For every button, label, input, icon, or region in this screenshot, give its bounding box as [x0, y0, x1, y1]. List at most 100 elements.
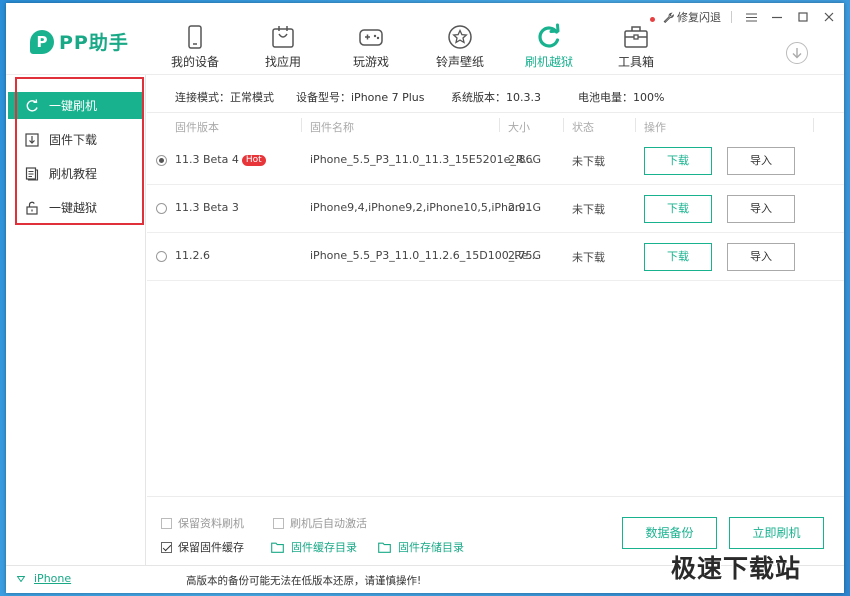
firmware-version: 11.2.6	[175, 249, 210, 262]
download-button[interactable]: 下载	[644, 195, 712, 223]
nav-my-device[interactable]: 我的设备	[150, 3, 240, 75]
download-status: 未下载	[572, 155, 605, 168]
watermark: 极速下载站	[671, 554, 802, 583]
download-box-icon	[24, 132, 40, 148]
warning-message: 高版本的备份可能无法在低版本还原，请谨慎操作!	[186, 575, 422, 587]
nav-play-games[interactable]: 玩游戏	[326, 3, 416, 75]
sidebar-item-firmware-download[interactable]: 固件下载	[8, 126, 144, 153]
column-header: 大小	[508, 121, 530, 134]
checkbox-box[interactable]	[161, 517, 172, 529]
folder-icon	[271, 542, 284, 553]
import-button[interactable]: 导入	[727, 147, 795, 175]
close-button[interactable]	[818, 6, 840, 28]
firmware-name: iPhone9,4,iPhone9,2,iPhone10,5,iPhon...	[310, 201, 533, 214]
storage-dir-link[interactable]: 固件存储目录	[378, 539, 464, 555]
row-radio[interactable]	[156, 251, 167, 262]
auto-activate-checkbox[interactable]: 刷机后自动激活	[273, 515, 367, 531]
checkbox-box[interactable]	[161, 541, 172, 553]
sidebar-item-one-click-jailbreak[interactable]: 一键越狱	[8, 194, 144, 221]
hot-badge: Hot	[241, 155, 266, 166]
sidebar-item-one-click-flash[interactable]: 一键刷机	[8, 92, 144, 119]
maximize-icon	[798, 12, 808, 22]
sidebar-label: 刷机教程	[49, 167, 98, 181]
checkbox-label: 保留资料刷机	[178, 517, 244, 530]
checkbox-label: 刷机后自动激活	[290, 517, 367, 530]
system-version: 系统版本：10.3.3	[451, 91, 541, 104]
firmware-size: 2.86G	[508, 153, 542, 166]
firmware-version: 11.3 Beta 3	[175, 201, 239, 214]
firmware-name: iPhone_5.5_P3_11.0_11.2.6_15D100_Re...	[310, 249, 539, 262]
menu-button[interactable]	[740, 6, 762, 28]
nav-ringtones-wallpapers[interactable]: 铃声壁纸	[415, 3, 505, 75]
download-button[interactable]: 下载	[644, 147, 712, 175]
menu-icon	[745, 13, 757, 21]
firmware-version-text: 11.3 Beta 4	[175, 153, 239, 166]
table-header: 固件版本 固件名称 大小 状态 操作	[147, 114, 844, 136]
table-row[interactable]: 11.3 Beta 4 Hot iPhone_5.5_P3_11.0_11.3_1…	[147, 137, 844, 185]
column-header: 固件名称	[310, 121, 354, 134]
nav-find-apps[interactable]: 找应用	[238, 3, 328, 75]
keep-cache-checkbox[interactable]: 保留固件缓存	[161, 539, 244, 555]
document-icon	[24, 166, 40, 182]
device-model: 设备型号：iPhone 7 Plus	[296, 91, 425, 104]
row-radio[interactable]	[156, 203, 167, 214]
table-row[interactable]: 11.3 Beta 3 iPhone9,4,iPhone9,2,iPhone10…	[147, 185, 844, 233]
firmware-size: 2.75G	[508, 249, 542, 262]
keep-data-checkbox[interactable]: 保留资料刷机	[161, 515, 244, 531]
logo-text: PP助手	[59, 32, 129, 54]
nav-label: 铃声壁纸	[435, 55, 484, 69]
import-button[interactable]: 导入	[727, 243, 795, 271]
import-button[interactable]: 导入	[727, 195, 795, 223]
download-status: 未下载	[572, 251, 605, 264]
device-selector[interactable]: iPhone	[17, 572, 71, 585]
top-bar: P PP助手 我的设备 找应用 玩游戏 铃声壁纸 刷机越狱 工具箱 修复闪退	[6, 3, 844, 75]
notification-dot	[650, 17, 655, 22]
link-label: 固件存储目录	[398, 541, 464, 554]
flash-now-button[interactable]: 立即刷机	[729, 517, 824, 549]
gamepad-icon	[359, 29, 383, 46]
maximize-button[interactable]	[792, 6, 814, 28]
sidebar-item-flash-tutorial[interactable]: 刷机教程	[8, 160, 144, 187]
nav-label: 我的设备	[170, 55, 219, 69]
dropdown-triangle-icon	[17, 575, 25, 582]
row-radio[interactable]	[156, 155, 167, 166]
close-icon	[824, 12, 834, 22]
battery-level: 电池电量：100%	[578, 91, 665, 104]
repair-label: 修复闪退	[677, 11, 721, 24]
nav-label: 工具箱	[617, 55, 654, 69]
nav-flash-jailbreak[interactable]: 刷机越狱	[504, 3, 594, 75]
table-row[interactable]: 11.2.6 iPhone_5.5_P3_11.0_11.2.6_15D100_…	[147, 233, 844, 281]
firmware-size: 2.91G	[508, 201, 542, 214]
column-divider	[563, 118, 564, 132]
column-divider	[301, 118, 302, 132]
wrench-icon	[663, 12, 674, 23]
column-header: 状态	[572, 121, 594, 134]
link-label: 固件缓存目录	[291, 541, 357, 554]
column-divider	[499, 118, 500, 132]
refresh-circle-icon	[24, 98, 40, 114]
star-icon	[448, 25, 472, 49]
checkbox-label: 保留固件缓存	[178, 541, 244, 554]
sidebar: 一键刷机 固件下载 刷机教程 一键越狱	[6, 75, 146, 565]
download-manager-button[interactable]	[786, 42, 808, 64]
nav-label: 刷机越狱	[524, 55, 573, 69]
download-arrow-icon	[792, 48, 802, 59]
folder-icon	[378, 542, 391, 553]
toolbox-icon	[624, 26, 648, 48]
column-divider	[813, 118, 814, 132]
minimize-button[interactable]	[766, 6, 788, 28]
sidebar-label: 固件下载	[49, 133, 98, 147]
cache-dir-link[interactable]: 固件缓存目录	[271, 539, 357, 555]
divider	[731, 11, 732, 23]
phone-icon	[188, 25, 202, 49]
firmware-version: 11.3 Beta 4 Hot	[175, 153, 266, 166]
download-button[interactable]: 下载	[644, 243, 712, 271]
refresh-icon	[538, 23, 560, 48]
firmware-name: iPhone_5.5_P3_11.0_11.3_15E5201e_R...	[310, 153, 534, 166]
data-backup-button[interactable]: 数据备份	[622, 517, 717, 549]
repair-crash-button[interactable]: 修复闪退	[663, 9, 721, 25]
nav-label: 找应用	[264, 55, 301, 69]
window-controls: 修复闪退	[663, 3, 844, 31]
checkbox-box[interactable]	[273, 517, 284, 529]
column-header: 操作	[644, 121, 666, 134]
